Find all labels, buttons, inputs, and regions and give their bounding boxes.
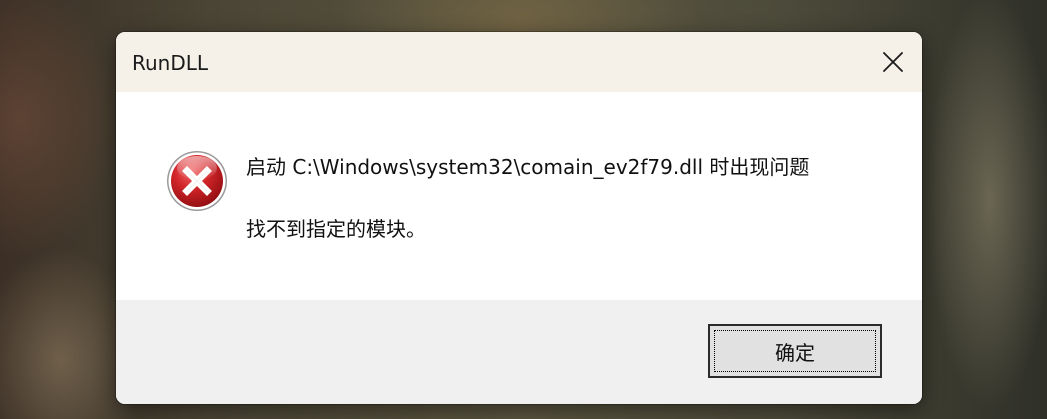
close-icon bbox=[882, 51, 904, 73]
ok-button[interactable]: 确定 bbox=[708, 324, 882, 378]
error-message-detail: 找不到指定的模块。 bbox=[246, 217, 426, 241]
message-area: 启动 C:\Windows\system32\comain_ev2f79.dll… bbox=[116, 92, 922, 300]
title-bar[interactable]: RunDLL bbox=[116, 32, 922, 92]
error-icon bbox=[166, 150, 228, 212]
window-title: RunDLL bbox=[132, 51, 209, 75]
ok-button-label: 确定 bbox=[775, 340, 815, 365]
button-bar: 确定 bbox=[116, 300, 922, 404]
error-message-title: 启动 C:\Windows\system32\comain_ev2f79.dll… bbox=[246, 155, 810, 179]
rundll-dialog: RunDLL 启动 C:\Windows\system32\comain_ev2… bbox=[116, 32, 922, 404]
close-button[interactable] bbox=[864, 32, 922, 92]
